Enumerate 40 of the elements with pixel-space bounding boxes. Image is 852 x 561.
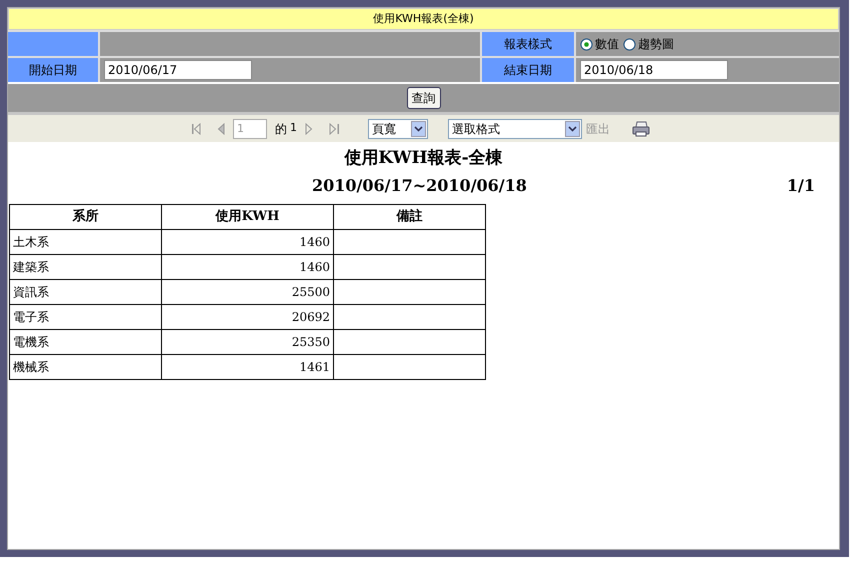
table-cell: 1461 [162, 354, 334, 379]
table-cell: 1460 [162, 229, 334, 254]
table-cell: 25500 [162, 279, 334, 304]
table-cell: 土木系 [10, 229, 162, 254]
field-label: 報表樣式 [482, 32, 574, 56]
table-cell: 機械系 [10, 354, 162, 379]
table-cell: 20692 [162, 304, 334, 329]
previous-page-icon[interactable] [217, 122, 225, 134]
query-button[interactable]: 查詢 [406, 87, 440, 109]
next-page-icon[interactable] [305, 122, 313, 134]
page-title: 使用KWH報表(全棟) [8, 8, 839, 30]
radio-button[interactable] [623, 38, 636, 50]
radio-label[interactable]: 數值 [595, 35, 619, 53]
page-indicator: 1/1 [786, 174, 815, 196]
table-cell: 電子系 [10, 304, 162, 329]
table-cell: 資訊系 [10, 279, 162, 304]
column-header: 使用KWH [162, 204, 334, 229]
caret-icon [568, 126, 577, 132]
radio-button[interactable] [580, 38, 593, 50]
first-page-icon[interactable] [191, 122, 201, 134]
page-total: 1 [290, 120, 297, 136]
start-date-field[interactable]: 2010/06/17 [104, 60, 252, 80]
printer-icon[interactable] [632, 120, 650, 136]
column-header: 備註 [334, 204, 486, 229]
table-cell: 建築系 [10, 254, 162, 279]
zoom-dropdown[interactable]: 頁寬 [368, 118, 428, 138]
field-label: 開始日期 [8, 58, 98, 82]
page-of-label: 的 [275, 120, 287, 138]
caret-icon [414, 126, 423, 132]
end-date-field[interactable]: 2010/06/18 [580, 60, 728, 80]
table-cell: 1460 [162, 254, 334, 279]
last-page-icon[interactable] [329, 122, 340, 134]
radio-label[interactable]: 趨勢圖 [638, 35, 674, 53]
report-title: 使用KWH報表-全棟 [343, 147, 504, 170]
table-cell: 電機系 [10, 329, 162, 354]
format-dropdown[interactable]: 選取格式 [448, 118, 582, 138]
field-label: 結束日期 [482, 58, 574, 82]
table-cell: 25350 [162, 329, 334, 354]
report-date-range: 2010/06/17~2010/06/18 [312, 174, 527, 196]
column-header: 系所 [10, 204, 162, 229]
